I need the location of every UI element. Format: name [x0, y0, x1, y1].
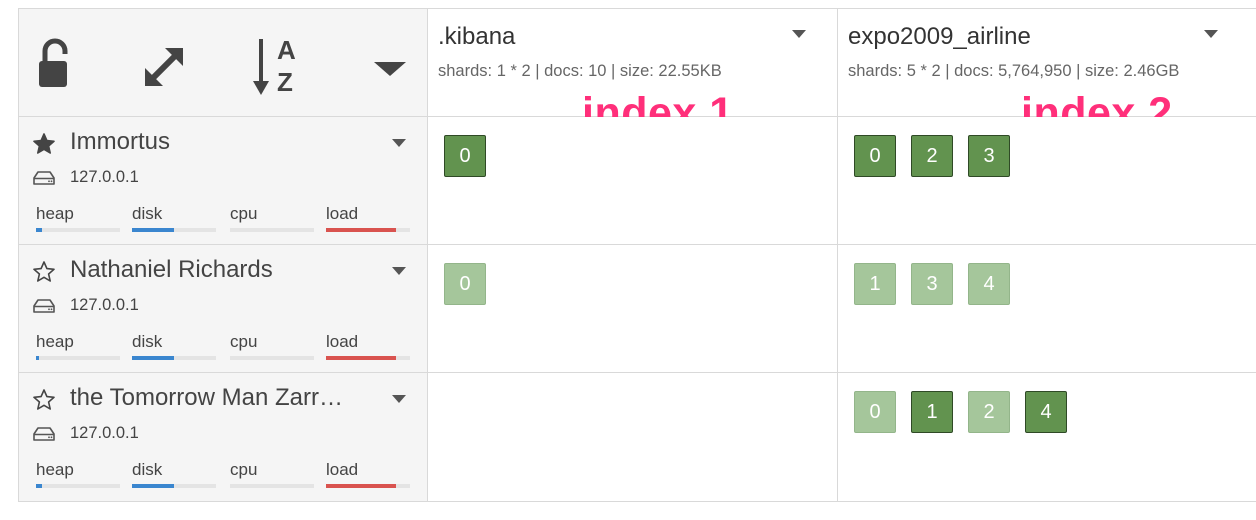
metric-label: load	[326, 332, 359, 351]
index-header-kibana: .kibana shards: 1 * 2 | docs: 10 | size:…	[428, 9, 838, 137]
shard-primary[interactable]: 2	[911, 135, 953, 177]
metric-bar-fill	[36, 228, 42, 232]
metric-bar	[326, 484, 410, 488]
hard-drive-icon	[33, 171, 55, 185]
metric-cpu: cpu	[230, 460, 314, 488]
toolbar-header: A Z	[19, 9, 428, 117]
shard-replica[interactable]: 2	[968, 391, 1010, 433]
metric-label: disk	[132, 460, 163, 479]
node-menu-caret-icon[interactable]	[392, 267, 406, 275]
metric-label: cpu	[230, 460, 258, 479]
metric-bar	[132, 228, 216, 232]
metric-bar	[326, 356, 410, 360]
metric-heap: heap	[36, 460, 120, 488]
metric-disk: disk	[132, 204, 216, 232]
star-outline-icon	[33, 389, 55, 410]
metric-bar	[36, 356, 120, 360]
node-ip: 127.0.0.1	[70, 424, 139, 442]
unlock-icon[interactable]	[37, 37, 75, 89]
index-meta: shards: 1 * 2 | docs: 10 | size: 22.55KB	[438, 62, 722, 80]
cluster-overview-grid: A Z .kibana shards: 1 * 2 | docs: 10 | s…	[18, 8, 1256, 502]
metric-label: heap	[36, 332, 74, 351]
index-meta: shards: 5 * 2 | docs: 5,764,950 | size: …	[848, 62, 1180, 80]
shard-cell-index1: 0	[428, 245, 838, 373]
shard-primary[interactable]: 4	[1025, 391, 1067, 433]
metric-label: heap	[36, 204, 74, 223]
metric-label: cpu	[230, 332, 258, 351]
index-name[interactable]: .kibana	[438, 23, 515, 51]
shard-cell-index2: 023	[838, 117, 1256, 245]
master-star-icon	[33, 133, 55, 154]
metric-bar-fill	[132, 484, 174, 488]
shard-replica[interactable]: 4	[968, 263, 1010, 305]
metric-bar	[230, 484, 314, 488]
node-cell: the Tomorrow Man Zarr… 127.0.0.1 heap disk c…	[19, 373, 428, 502]
metric-disk: disk	[132, 332, 216, 360]
metric-bar-fill	[326, 484, 396, 488]
metric-label: load	[326, 204, 359, 223]
node-ip: 127.0.0.1	[70, 296, 139, 314]
metric-bar-fill	[326, 228, 396, 232]
metric-bar	[132, 484, 216, 488]
shard-cell-index2: 134	[838, 245, 1256, 373]
toolbar: A Z	[19, 9, 427, 116]
metric-bar	[132, 356, 216, 360]
shard-primary[interactable]: 3	[968, 135, 1010, 177]
node-name[interactable]: Immortus	[70, 128, 170, 156]
metric-bar-fill	[36, 484, 42, 488]
shard-replica[interactable]: 0	[444, 263, 486, 305]
metric-label: cpu	[230, 204, 258, 223]
sort-alpha-icon[interactable]: A Z	[251, 35, 307, 99]
shard-cell-index2: 0124	[838, 373, 1256, 502]
sort-letter-a: A	[277, 35, 296, 65]
metric-bar-fill	[326, 356, 396, 360]
metric-label: load	[326, 460, 359, 479]
node-name[interactable]: the Tomorrow Man Zarr…	[70, 384, 343, 412]
node-name[interactable]: Nathaniel Richards	[70, 256, 273, 284]
node-cell: Nathaniel Richards 127.0.0.1 heap disk cpu lo…	[19, 245, 428, 373]
metric-label: disk	[132, 204, 163, 223]
metric-bar	[230, 356, 314, 360]
hard-drive-icon	[33, 427, 55, 441]
node-menu-caret-icon[interactable]	[392, 139, 406, 147]
metric-disk: disk	[132, 460, 216, 488]
metric-bar	[326, 228, 410, 232]
metric-heap: heap	[36, 204, 120, 232]
node-menu-caret-icon[interactable]	[392, 395, 406, 403]
shard-primary[interactable]: 0	[444, 135, 486, 177]
star-outline-icon	[33, 261, 55, 282]
metric-cpu: cpu	[230, 332, 314, 360]
sort-letter-z: Z	[277, 67, 293, 97]
metric-load: load	[326, 332, 410, 360]
shard-primary[interactable]: 0	[854, 135, 896, 177]
node-ip: 127.0.0.1	[70, 168, 139, 186]
metric-bar-fill	[36, 356, 40, 360]
shard-replica[interactable]: 3	[911, 263, 953, 305]
hard-drive-icon	[33, 299, 55, 313]
shard-cell-index1	[428, 373, 838, 502]
index-header-expo2009-airline: expo2009_airline shards: 5 * 2 | docs: 5…	[838, 9, 1256, 137]
metric-label: heap	[36, 460, 74, 479]
dropdown-caret-icon[interactable]	[374, 62, 406, 76]
shard-replica[interactable]: 1	[854, 263, 896, 305]
metric-heap: heap	[36, 332, 120, 360]
index-menu-caret-icon[interactable]	[1204, 30, 1218, 38]
metric-label: disk	[132, 332, 163, 351]
index-name[interactable]: expo2009_airline	[848, 23, 1031, 51]
metric-bar	[36, 484, 120, 488]
expand-icon[interactable]	[139, 42, 189, 92]
metric-cpu: cpu	[230, 204, 314, 232]
node-cell: Immortus 127.0.0.1 heap disk cpu load	[19, 117, 428, 245]
index-menu-caret-icon[interactable]	[792, 30, 806, 38]
metric-bar	[36, 228, 120, 232]
shard-cell-index1: 0	[428, 117, 838, 245]
shard-primary[interactable]: 1	[911, 391, 953, 433]
metric-bar-fill	[132, 356, 174, 360]
sort-down-arrow-icon	[253, 39, 269, 95]
shard-replica[interactable]: 0	[854, 391, 896, 433]
metric-bar-fill	[132, 228, 174, 232]
metric-load: load	[326, 460, 410, 488]
metric-bar	[230, 228, 314, 232]
metric-load: load	[326, 204, 410, 232]
